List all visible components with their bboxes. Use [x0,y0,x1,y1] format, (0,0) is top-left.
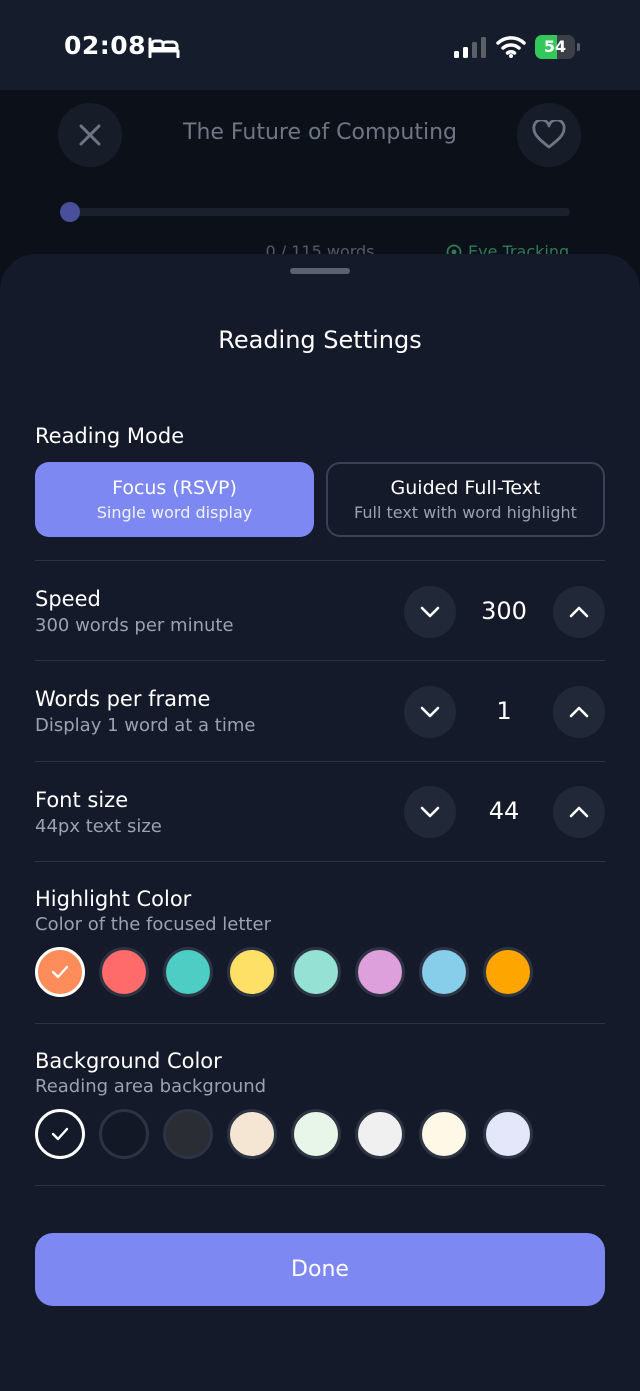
status-bar: 02:08 54 [0,0,640,90]
reader-title: The Future of Computing [183,120,457,145]
background-color-swatch[interactable] [419,1109,469,1159]
done-button[interactable]: Done [35,1233,605,1306]
chevron-down-icon [420,706,440,718]
highlight-color-label: Highlight Color [35,887,192,911]
reading-progress-knob[interactable] [60,202,80,222]
chevron-up-icon [569,606,589,618]
highlight-color-swatch[interactable] [419,947,469,997]
mode-focus-button[interactable]: Focus (RSVP) Single word display [35,462,314,537]
mode-guided-desc: Full text with word highlight [354,503,577,522]
words-per-frame-value: 1 [496,697,512,725]
reading-mode-label: Reading Mode [35,424,185,448]
font-size-value: 44 [488,797,520,825]
divider [35,761,605,762]
words-per-frame-desc: Display 1 word at a time [35,715,256,736]
wifi-icon [496,36,526,58]
font-size-increase-button[interactable] [553,786,605,838]
battery-indicator: 54 [535,35,575,59]
close-icon [79,124,101,146]
bed-icon [148,37,180,58]
background-color-swatch[interactable] [99,1109,149,1159]
highlight-color-swatch[interactable] [99,947,149,997]
speed-value: 300 [481,597,527,625]
heart-icon [532,120,566,149]
mode-focus-title: Focus (RSVP) [112,477,237,499]
font-size-desc: 44px text size [35,816,162,837]
words-per-frame-label: Words per frame [35,687,211,711]
sheet-grabber[interactable] [290,268,350,274]
highlight-color-desc: Color of the focused letter [35,914,271,935]
background-color-desc: Reading area background [35,1076,267,1097]
reading-progress-bar [62,208,570,216]
status-time: 02:08 [64,31,147,60]
battery-percentage: 54 [543,37,567,56]
divider [35,1023,605,1024]
checkmark-icon [51,1127,69,1141]
speed-decrease-button[interactable] [404,586,456,638]
font-size-decrease-button[interactable] [404,786,456,838]
highlight-color-swatch[interactable] [35,947,85,997]
speed-increase-button[interactable] [553,586,605,638]
divider [35,660,605,661]
divider [35,1185,605,1186]
highlight-color-swatch[interactable] [163,947,213,997]
checkmark-icon [51,965,69,979]
mode-guided-button[interactable]: Guided Full-Text Full text with word hig… [326,462,605,537]
highlight-color-swatch[interactable] [227,947,277,997]
mode-guided-title: Guided Full-Text [390,477,541,499]
background-color-swatch[interactable] [483,1109,533,1159]
favorite-button[interactable] [517,103,581,167]
words-per-frame-decrease-button[interactable] [404,686,456,738]
background-color-swatch[interactable] [227,1109,277,1159]
background-color-swatch[interactable] [35,1109,85,1159]
highlight-color-swatch[interactable] [483,947,533,997]
font-size-label: Font size [35,788,129,812]
reading-settings-sheet: Reading Settings Reading Mode Focus (RSV… [0,254,640,1391]
cellular-signal-icon [454,37,486,58]
chevron-up-icon [569,806,589,818]
chevron-down-icon [420,606,440,618]
words-per-frame-increase-button[interactable] [553,686,605,738]
divider [35,560,605,561]
divider [35,861,605,862]
chevron-down-icon [420,806,440,818]
close-button[interactable] [58,103,122,167]
mode-focus-desc: Single word display [96,503,253,522]
background-color-swatch[interactable] [355,1109,405,1159]
background-color-swatch[interactable] [163,1109,213,1159]
sheet-title: Reading Settings [218,326,422,354]
speed-desc: 300 words per minute [35,615,234,636]
battery-cap [577,43,580,51]
chevron-up-icon [569,706,589,718]
highlight-color-swatch[interactable] [291,947,341,997]
speed-label: Speed [35,587,101,611]
background-color-label: Background Color [35,1049,222,1073]
background-color-swatch[interactable] [291,1109,341,1159]
highlight-color-swatch[interactable] [355,947,405,997]
